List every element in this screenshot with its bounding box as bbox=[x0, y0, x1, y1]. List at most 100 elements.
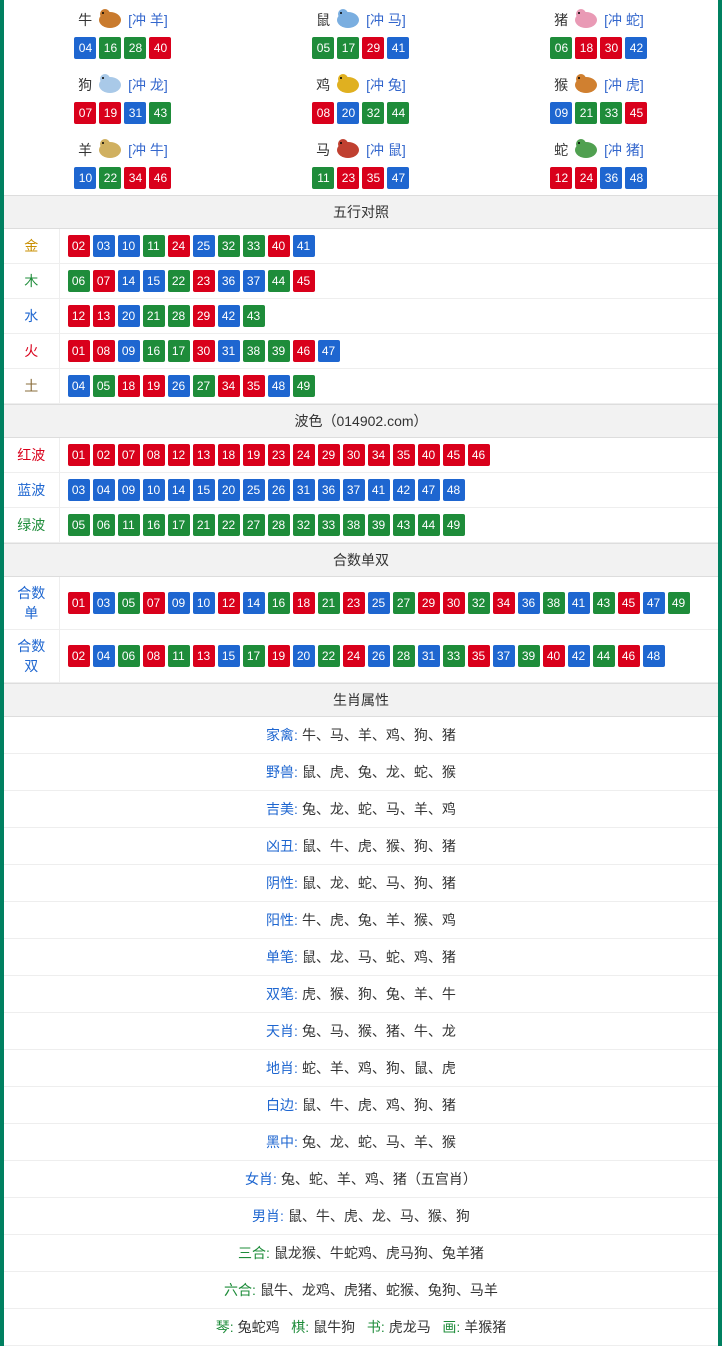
attr-value: 兔、蛇、羊、鸡、猪（五宫肖） bbox=[281, 1171, 477, 1187]
zodiac-chong: [冲 虎] bbox=[604, 75, 644, 95]
bose-header: 波色（014902.com） bbox=[4, 404, 718, 438]
zodiac-name: 猪 bbox=[554, 10, 568, 30]
ball-46: 46 bbox=[293, 340, 315, 362]
ball-09: 09 bbox=[118, 479, 140, 501]
ball-24: 24 bbox=[168, 235, 190, 257]
ball-17: 17 bbox=[337, 37, 359, 59]
attr-label: 地肖: bbox=[266, 1060, 298, 1076]
ball-29: 29 bbox=[193, 305, 215, 327]
row-label: 蓝波 bbox=[4, 473, 59, 508]
qin-key: 画: bbox=[442, 1319, 460, 1335]
row-balls: 0103050709101214161821232527293032343638… bbox=[59, 577, 718, 630]
attr-row: 单笔:鼠、龙、马、蛇、鸡、猪 bbox=[4, 939, 718, 976]
ball-13: 13 bbox=[193, 444, 215, 466]
ball-47: 47 bbox=[418, 479, 440, 501]
ball-11: 11 bbox=[312, 167, 334, 189]
ball-36: 36 bbox=[318, 479, 340, 501]
ball-41: 41 bbox=[568, 592, 590, 614]
zodiac-icon bbox=[570, 71, 602, 98]
attr-value: 鼠牛、龙鸡、虎猪、蛇猴、兔狗、马羊 bbox=[260, 1282, 498, 1298]
ball-07: 07 bbox=[74, 102, 96, 124]
attr-row: 白边:鼠、牛、虎、鸡、狗、猪 bbox=[4, 1087, 718, 1124]
wuxing-header: 五行对照 bbox=[4, 195, 718, 229]
ball-01: 01 bbox=[68, 592, 90, 614]
attr-value: 兔、龙、蛇、马、羊、鸡 bbox=[302, 801, 456, 817]
ball-15: 15 bbox=[143, 270, 165, 292]
ball-12: 12 bbox=[68, 305, 90, 327]
ball-46: 46 bbox=[468, 444, 490, 466]
ball-27: 27 bbox=[243, 514, 265, 536]
attr-header: 生肖属性 bbox=[4, 683, 718, 717]
ball-34: 34 bbox=[124, 167, 146, 189]
ball-10: 10 bbox=[74, 167, 96, 189]
row-balls: 02031011242532334041 bbox=[59, 229, 718, 264]
ball-30: 30 bbox=[600, 37, 622, 59]
ball-16: 16 bbox=[143, 340, 165, 362]
ball-21: 21 bbox=[575, 102, 597, 124]
ball-29: 29 bbox=[362, 37, 384, 59]
attr-value: 蛇、羊、鸡、狗、鼠、虎 bbox=[302, 1060, 456, 1076]
ball-08: 08 bbox=[93, 340, 115, 362]
ball-19: 19 bbox=[268, 645, 290, 667]
qin-val: 虎龙马 bbox=[389, 1319, 431, 1335]
attr-row: 六合:鼠牛、龙鸡、虎猪、蛇猴、兔狗、马羊 bbox=[4, 1272, 718, 1309]
zodiac-name: 鼠 bbox=[316, 10, 330, 30]
ball-47: 47 bbox=[387, 167, 409, 189]
ball-10: 10 bbox=[143, 479, 165, 501]
ball-22: 22 bbox=[99, 167, 121, 189]
ball-33: 33 bbox=[318, 514, 340, 536]
ball-18: 18 bbox=[218, 444, 240, 466]
ball-47: 47 bbox=[318, 340, 340, 362]
zodiac-cell-0: 牛[冲 羊]04162840 bbox=[4, 0, 242, 65]
ball-30: 30 bbox=[343, 444, 365, 466]
ball-10: 10 bbox=[118, 235, 140, 257]
ball-45: 45 bbox=[625, 102, 647, 124]
ball-23: 23 bbox=[343, 592, 365, 614]
row-balls: 05061116172122272832333839434449 bbox=[59, 508, 718, 543]
bose-table: 红波0102070812131819232429303435404546蓝波03… bbox=[4, 438, 718, 543]
row-balls: 04051819262734354849 bbox=[59, 369, 718, 404]
ball-22: 22 bbox=[168, 270, 190, 292]
ball-18: 18 bbox=[575, 37, 597, 59]
ball-21: 21 bbox=[318, 592, 340, 614]
ball-07: 07 bbox=[143, 592, 165, 614]
ball-40: 40 bbox=[543, 645, 565, 667]
ball-37: 37 bbox=[343, 479, 365, 501]
ball-27: 27 bbox=[193, 375, 215, 397]
row-balls: 0204060811131517192022242628313335373940… bbox=[59, 630, 718, 683]
wuxing-table: 金02031011242532334041木060714152223363744… bbox=[4, 229, 718, 404]
ball-26: 26 bbox=[168, 375, 190, 397]
row-label: 金 bbox=[4, 229, 59, 264]
ball-46: 46 bbox=[149, 167, 171, 189]
ball-39: 39 bbox=[268, 340, 290, 362]
ball-49: 49 bbox=[293, 375, 315, 397]
ball-35: 35 bbox=[362, 167, 384, 189]
ball-25: 25 bbox=[368, 592, 390, 614]
ball-24: 24 bbox=[575, 167, 597, 189]
ball-11: 11 bbox=[143, 235, 165, 257]
table-row: 火0108091617303138394647 bbox=[4, 334, 718, 369]
zodiac-icon bbox=[94, 71, 126, 98]
attr-row: 阳性:牛、虎、兔、羊、猴、鸡 bbox=[4, 902, 718, 939]
ball-20: 20 bbox=[118, 305, 140, 327]
ball-09: 09 bbox=[118, 340, 140, 362]
ball-38: 38 bbox=[543, 592, 565, 614]
zodiac-grid: 牛[冲 羊]04162840鼠[冲 马]05172941猪[冲 蛇]061830… bbox=[4, 0, 718, 195]
ball-06: 06 bbox=[93, 514, 115, 536]
row-balls: 06071415222336374445 bbox=[59, 264, 718, 299]
zodiac-cell-4: 鸡[冲 兔]08203244 bbox=[242, 65, 480, 130]
zodiac-chong: [冲 马] bbox=[366, 10, 406, 30]
ball-42: 42 bbox=[625, 37, 647, 59]
ball-25: 25 bbox=[193, 235, 215, 257]
ball-34: 34 bbox=[218, 375, 240, 397]
ball-08: 08 bbox=[312, 102, 334, 124]
ball-40: 40 bbox=[418, 444, 440, 466]
ball-28: 28 bbox=[124, 37, 146, 59]
attr-label: 阳性: bbox=[266, 912, 298, 928]
ball-13: 13 bbox=[93, 305, 115, 327]
zodiac-icon bbox=[94, 6, 126, 33]
ball-41: 41 bbox=[387, 37, 409, 59]
attr-row-qin: 琴:兔蛇鸡 棋:鼠牛狗 书:虎龙马 画:羊猴猪 bbox=[4, 1309, 718, 1346]
ball-45: 45 bbox=[443, 444, 465, 466]
attr-value: 牛、马、羊、鸡、狗、猪 bbox=[302, 727, 456, 743]
